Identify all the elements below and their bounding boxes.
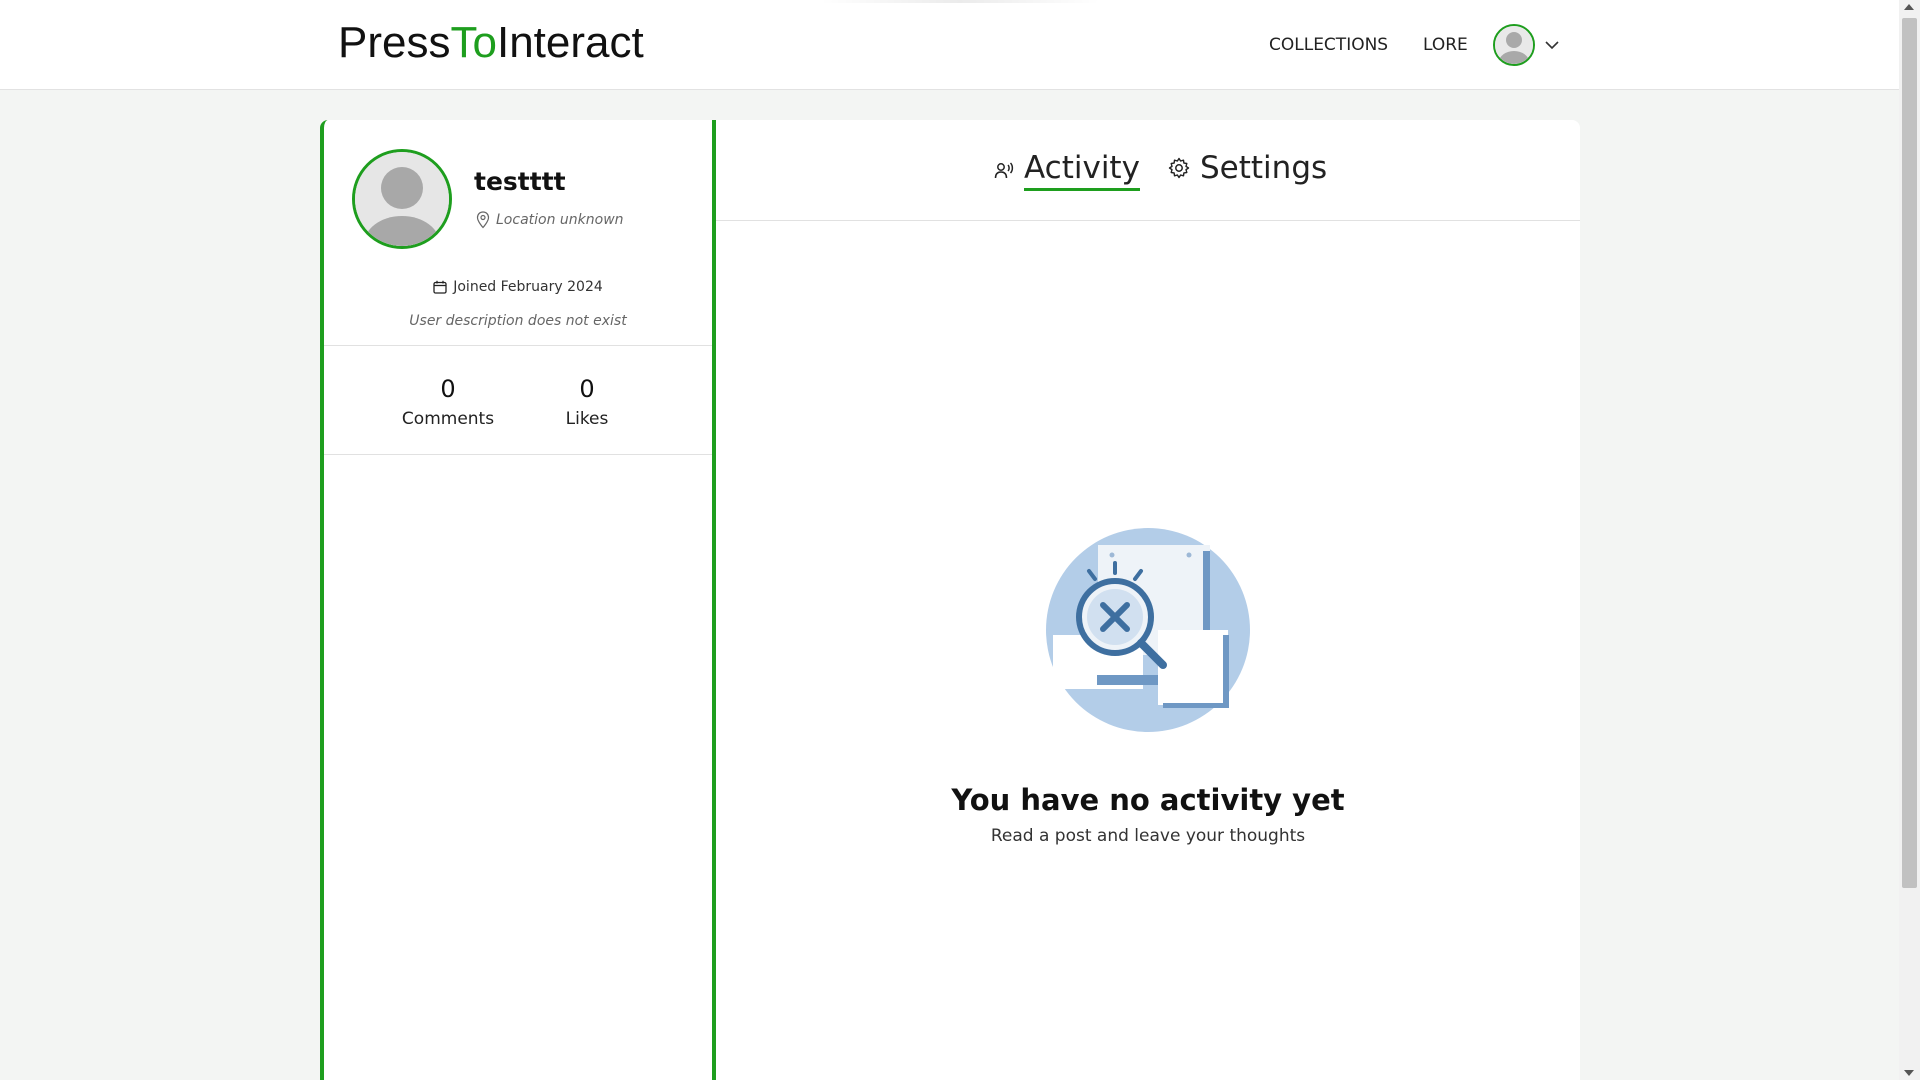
logo-text-interact: Interact [496, 18, 644, 67]
likes-label: Likes [565, 409, 609, 429]
activity-panel: Activity Settings You have no activity y… [716, 120, 1580, 1080]
scrollbar-thumb[interactable] [1902, 18, 1917, 888]
no-results-magnifier-icon [1046, 528, 1250, 732]
tab-activity-label: Activity [1024, 150, 1140, 191]
tab-settings[interactable]: Settings [1168, 150, 1327, 186]
empty-state-title: You have no activity yet [951, 783, 1345, 817]
map-pin-icon [476, 211, 490, 229]
comments-label: Comments [401, 409, 495, 429]
profile-location-text: Location unknown [496, 212, 624, 228]
profile-description: User description does not exist [409, 313, 627, 329]
page-scrollbar[interactable] [1899, 0, 1920, 1080]
likes-stat: 0 Likes [527, 375, 647, 429]
user-avatar-icon[interactable] [1493, 24, 1535, 66]
site-logo[interactable]: PressToInteract [338, 18, 644, 68]
comments-stat: 0 Comments [388, 375, 508, 429]
profile-card: testttt Location unknown Joined February… [320, 120, 716, 1080]
tab-activity[interactable]: Activity [994, 150, 1140, 191]
header-shadow-decoration [820, 0, 1100, 3]
likes-count: 0 [579, 375, 595, 403]
profile-location: Location unknown [476, 211, 624, 229]
top-navbar: PressToInteract COLLECTIONS LORE [0, 0, 1899, 90]
avatar-silhouette-icon [355, 152, 449, 246]
profile-avatar [352, 149, 452, 249]
logo-text-press: Press [338, 18, 451, 67]
profile-tabs: Activity Settings [716, 120, 1580, 221]
comments-count: 0 [440, 375, 456, 403]
profile-username: testttt [474, 167, 566, 196]
chevron-down-icon[interactable] [1544, 37, 1560, 53]
empty-state-subtitle: Read a post and leave your thoughts [990, 826, 1306, 846]
nav-lore-link[interactable]: LORE [1423, 0, 1468, 90]
divider [324, 454, 712, 455]
scroll-up-arrow-icon[interactable] [1904, 4, 1914, 10]
tab-settings-label: Settings [1200, 150, 1328, 186]
avatar-silhouette-icon [1495, 26, 1533, 64]
nav-collections-link[interactable]: COLLECTIONS [1269, 0, 1388, 90]
profile-joined-text: Joined February 2024 [453, 279, 603, 295]
gear-icon [1168, 157, 1190, 179]
divider [324, 345, 712, 346]
people-voice-icon [994, 161, 1014, 178]
calendar-icon [433, 280, 447, 294]
profile-joined: Joined February 2024 [324, 279, 712, 295]
scroll-down-arrow-icon[interactable] [1904, 1070, 1914, 1076]
logo-text-to: To [450, 18, 497, 67]
